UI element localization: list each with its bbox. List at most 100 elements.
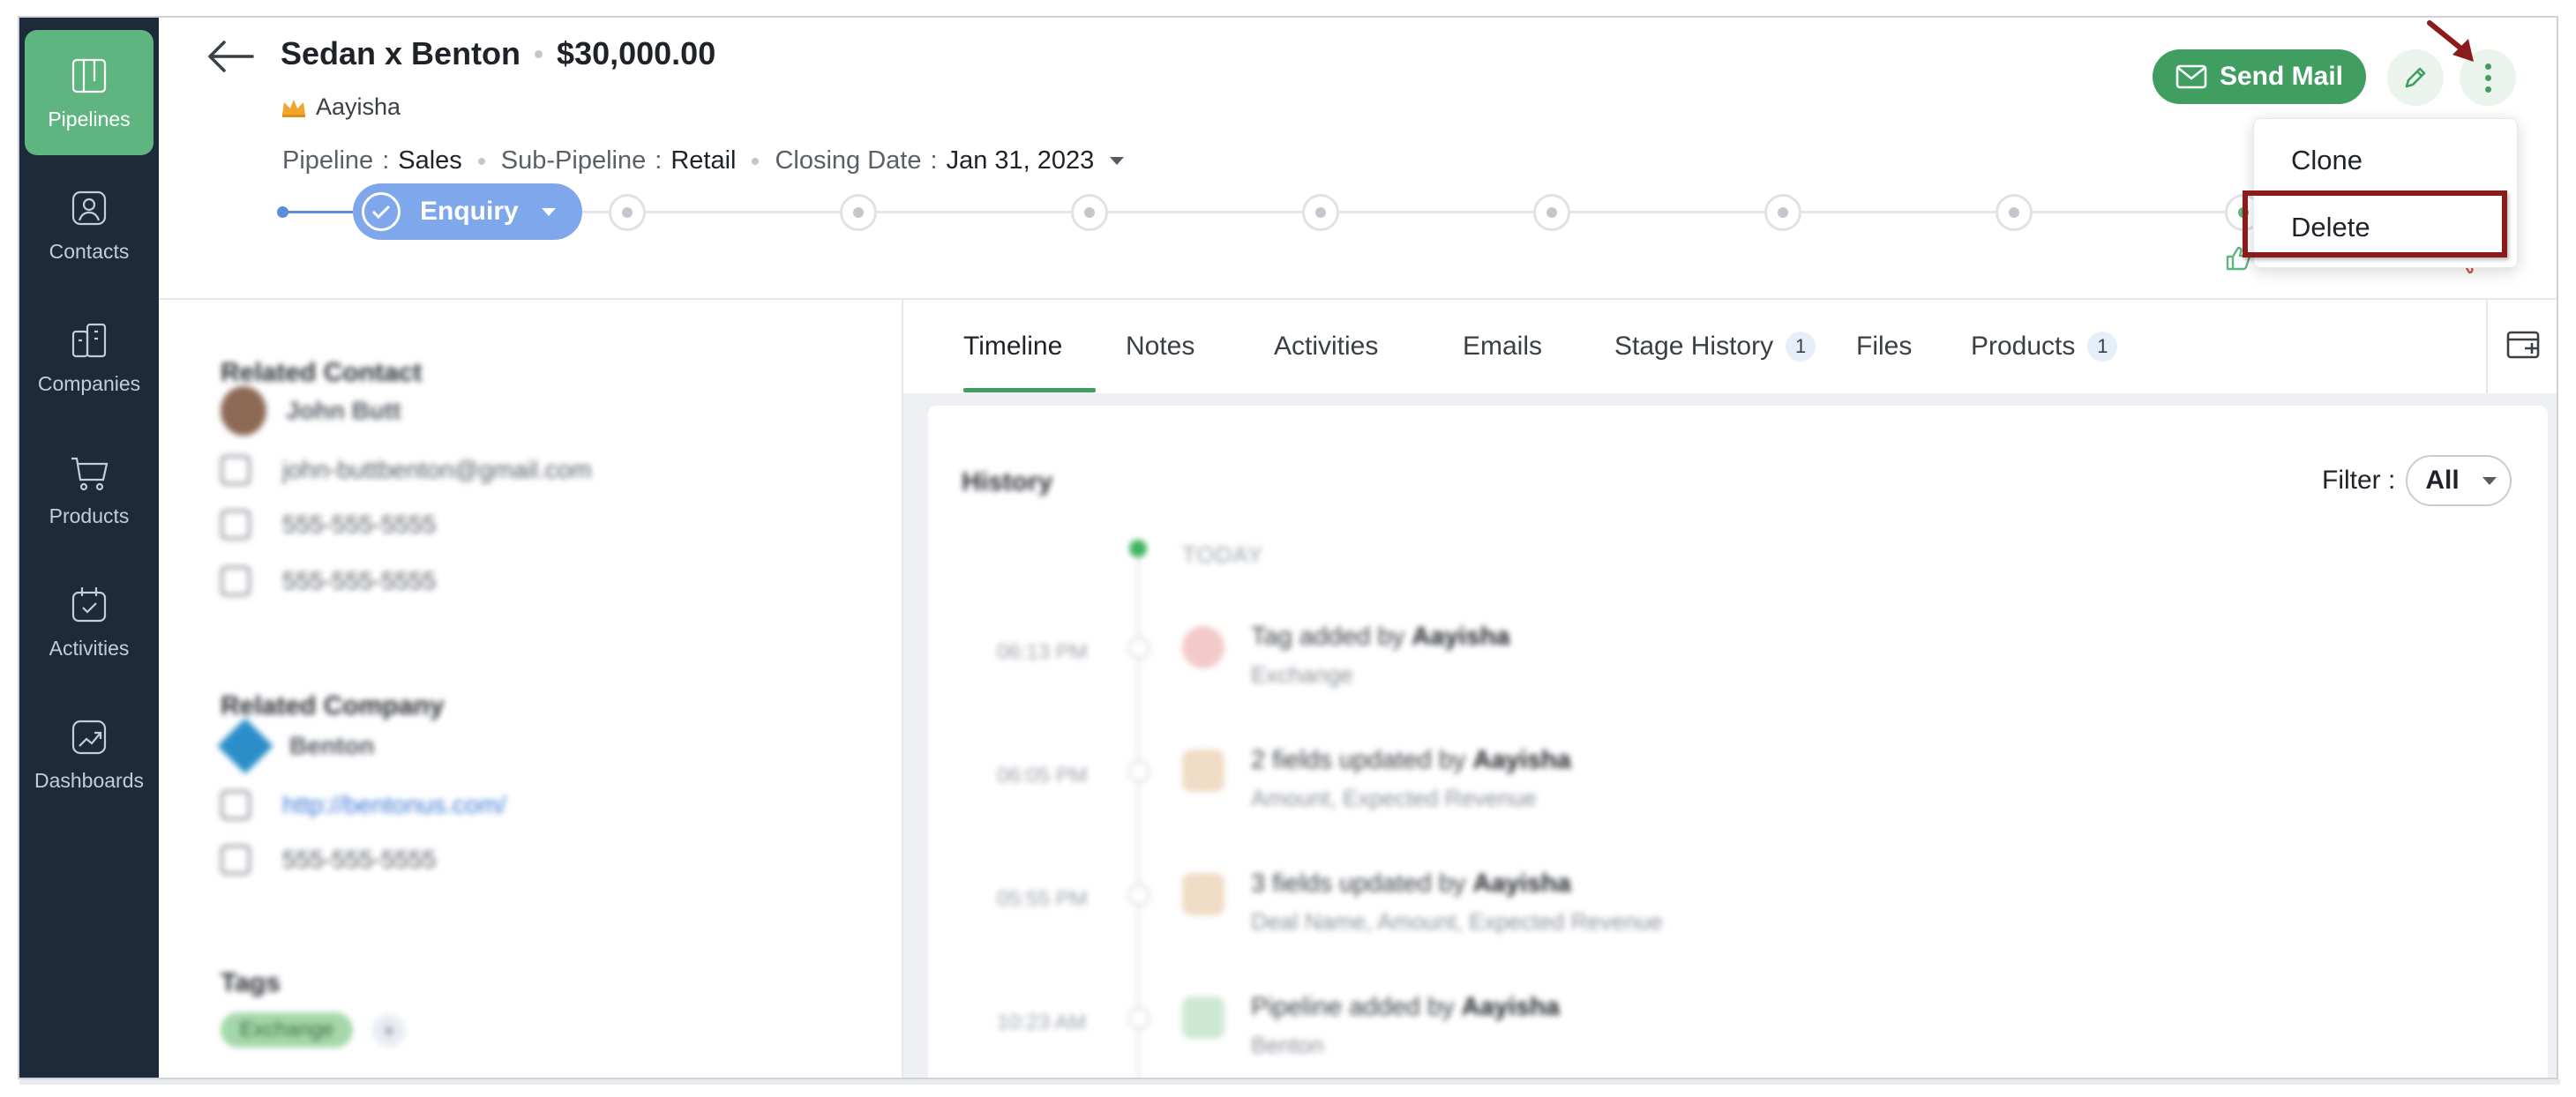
filter-label: Filter :: [2322, 466, 2396, 495]
fields-updated-icon: [1182, 750, 1224, 792]
check-icon: [362, 192, 401, 231]
company-row[interactable]: Benton: [217, 718, 374, 774]
count-badge: 1: [2087, 332, 2118, 362]
stage-node[interactable]: [1764, 194, 1801, 231]
sidebar-item-dashboards[interactable]: Dashboards: [25, 691, 154, 817]
tab-emails[interactable]: Emails: [1463, 300, 1542, 393]
company-phone[interactable]: 555-555-5555: [282, 846, 436, 874]
activities-icon: [71, 586, 107, 622]
add-tag-button[interactable]: +: [372, 1014, 406, 1048]
history-filter: Filter : All: [2322, 455, 2512, 506]
sidebar-item-companies[interactable]: Companies: [25, 295, 154, 420]
tab-files[interactable]: Files: [1856, 300, 1912, 393]
closing-date-dropdown-icon[interactable]: [1110, 157, 1125, 165]
phone-icon: [221, 845, 251, 875]
deal-meta: Pipeline: Sales Sub-Pipeline: Retail Closi…: [282, 146, 1125, 175]
pipelines-icon: [71, 58, 107, 93]
products-icon: [71, 457, 109, 490]
stage-node[interactable]: [1996, 194, 2033, 231]
customize-tabs-icon[interactable]: [2486, 300, 2557, 393]
deal-name: Sedan x Benton: [281, 35, 521, 71]
company-url-row: http://bentonus.com/: [221, 790, 506, 820]
count-badge: 1: [1786, 332, 1816, 362]
menu-item-delete[interactable]: Delete: [2254, 197, 2517, 258]
current-stage-label: Enquiry: [420, 197, 519, 226]
deal-owner: Aayisha: [281, 93, 401, 121]
related-company-heading: Related Company: [221, 691, 445, 720]
phone-icon: [221, 566, 251, 596]
closing-date-value[interactable]: Jan 31, 2023: [947, 146, 1095, 175]
companies-icon: [71, 323, 107, 357]
stage-node[interactable]: [609, 194, 646, 231]
thumbs-up-icon[interactable]: [2225, 245, 2251, 276]
dashboards-icon: [71, 720, 107, 754]
sidebar-item-label: Pipelines: [48, 107, 131, 131]
detail-tabs: Timeline Notes Activities Emails Stage H…: [903, 300, 2557, 393]
contact-mobile[interactable]: 555-555-5555: [282, 511, 436, 539]
tab-timeline[interactable]: Timeline: [963, 300, 1062, 393]
stage-node[interactable]: [840, 194, 877, 231]
contact-row[interactable]: John Butt: [221, 386, 401, 436]
mail-icon: [2175, 64, 2207, 89]
sidebar-item-activities[interactable]: Activities: [25, 559, 154, 684]
timeline-entry: 10:23 AM Pipeline added by Aayisha Bento…: [997, 993, 1560, 1058]
menu-item-clone[interactable]: Clone: [2254, 130, 2517, 191]
tag-icon: [1182, 626, 1224, 668]
contact-phone[interactable]: 555-555-5555: [282, 567, 436, 595]
company-logo: [217, 718, 273, 774]
filter-select[interactable]: All: [2406, 455, 2512, 506]
globe-icon: [221, 790, 251, 820]
history-heading: History: [962, 467, 1053, 496]
sidebar-item-label: Companies: [37, 371, 141, 395]
email-icon: [221, 455, 251, 485]
sidebar-item-products[interactable]: Products: [25, 427, 154, 552]
active-tab-indicator: [963, 388, 1096, 392]
tab-activities[interactable]: Activities: [1274, 300, 1378, 393]
deal-details-panel: Related Contact John Butt john-buttbento…: [159, 300, 902, 1078]
deal-amount: $30,000.00: [557, 35, 716, 71]
subpipeline-value: Retail: [670, 146, 737, 175]
stage-node[interactable]: [1302, 194, 1339, 231]
timeline-card: [928, 406, 2548, 1078]
more-options-menu: Clone Delete: [2253, 118, 2518, 268]
current-stage-pill[interactable]: Enquiry: [353, 183, 582, 240]
pipeline-label: Pipeline: [282, 146, 374, 175]
fields-updated-icon: [1182, 873, 1224, 915]
contacts-icon: [71, 190, 107, 225]
stage-start-dot: [277, 206, 288, 218]
stage-node[interactable]: [1071, 194, 1108, 231]
sidebar-item-label: Activities: [49, 636, 130, 660]
sidebar-item-label: Contacts: [49, 239, 130, 263]
deal-title: Sedan x Benton $30,000.00: [281, 35, 715, 72]
tab-notes[interactable]: Notes: [1126, 300, 1194, 393]
pipeline-value: Sales: [398, 146, 462, 175]
send-mail-button[interactable]: Send Mail: [2153, 49, 2366, 104]
tag-chip[interactable]: Exchange: [221, 1012, 353, 1048]
company-name[interactable]: Benton: [289, 732, 374, 760]
company-phone-row: 555-555-5555: [221, 845, 436, 875]
title-separator: [535, 49, 543, 58]
annotation-arrow-icon: [2424, 18, 2486, 84]
subpipeline-label: Sub-Pipeline: [500, 146, 647, 175]
contact-name[interactable]: John Butt: [286, 397, 401, 425]
contact-email[interactable]: john-buttbenton@gmail.com: [282, 456, 592, 484]
sidebar-item-pipelines[interactable]: Pipelines: [25, 30, 154, 155]
owner-name[interactable]: Aayisha: [316, 93, 401, 121]
closing-date-label: Closing Date: [775, 146, 922, 175]
mobile-icon: [221, 510, 251, 540]
sidebar-item-contacts[interactable]: Contacts: [25, 162, 154, 287]
app-window: Pipelines Contacts Companies Products Ac…: [18, 16, 2558, 1079]
back-arrow-icon[interactable]: [205, 37, 258, 76]
crown-icon: [282, 99, 305, 117]
stage-node[interactable]: [1533, 194, 1570, 231]
timeline-entry: 06:05 PM 2 fields updated by Aayisha Amo…: [997, 746, 1571, 811]
contact-phone-row: 555-555-5555: [221, 566, 436, 596]
company-url[interactable]: http://bentonus.com/: [282, 791, 506, 819]
tab-products[interactable]: Products 1: [1971, 300, 2118, 393]
related-contact-heading: Related Contact: [221, 358, 423, 387]
sidebar-item-label: Products: [49, 504, 130, 527]
timeline-entry: 06:13 PM Tag added by Aayisha Exchange: [997, 623, 1510, 688]
avatar: [221, 386, 266, 436]
tab-stage-history[interactable]: Stage History 1: [1614, 300, 1816, 393]
pipeline-icon: [1182, 996, 1224, 1039]
